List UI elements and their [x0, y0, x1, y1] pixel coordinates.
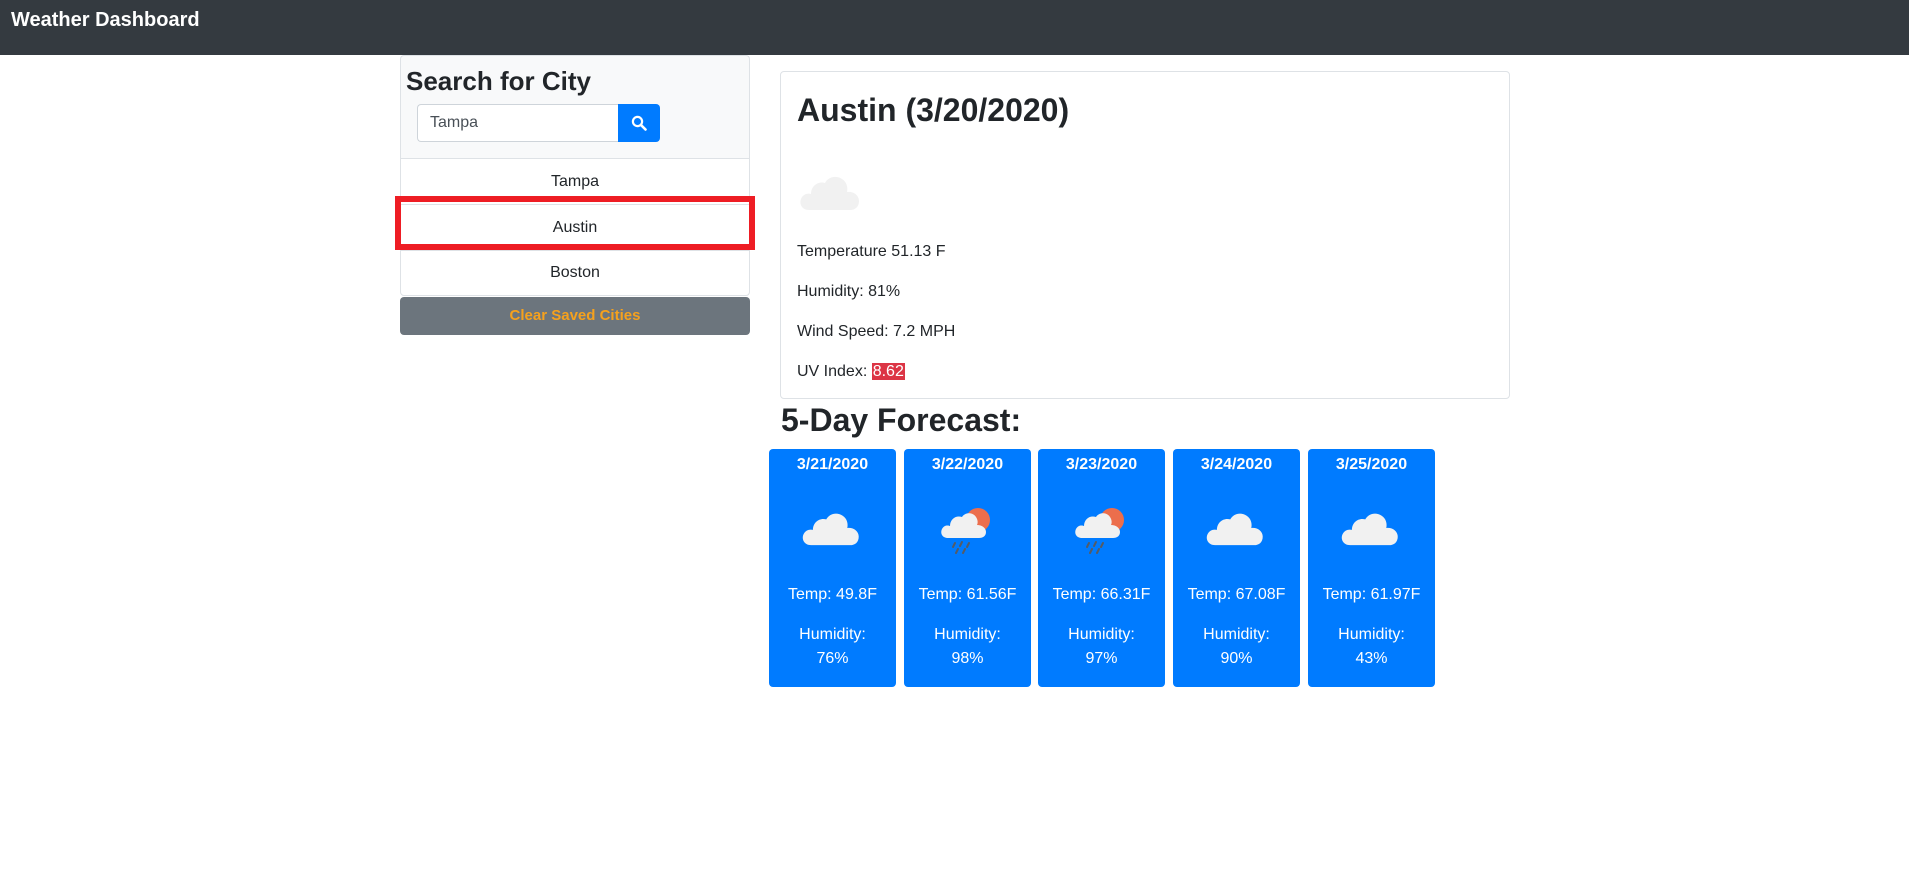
forecast-card: 3/24/2020 Temp: 67.08F Humidity: 90% — [1173, 449, 1300, 687]
search-panel: Search for City — [400, 55, 750, 158]
forecast-humidity-value: 90% — [1220, 650, 1253, 667]
current-humidity: Humidity: 81% — [797, 283, 901, 300]
forecast-title: 5-Day Forecast: — [781, 402, 1022, 438]
forecast-temp: Temp: 67.08F — [1187, 586, 1286, 603]
cloud-icon — [801, 507, 863, 554]
forecast-card: 3/21/2020 Temp: 49.8F Humidity: 76% — [769, 449, 896, 687]
cloud-icon — [799, 170, 863, 219]
forecast-humidity-label: Humidity: — [1338, 626, 1405, 643]
uv-index-label: UV Index: — [797, 363, 872, 380]
forecast-date: 3/24/2020 — [1200, 456, 1273, 473]
uv-index-badge: 8.62 — [871, 363, 905, 380]
current-city-title: Austin (3/20/2020) — [797, 92, 1070, 128]
forecast-humidity-label: Humidity: — [1203, 626, 1270, 643]
search-icon — [631, 115, 647, 131]
sun-rain-cloud-icon — [940, 504, 994, 559]
forecast-humidity-label: Humidity: — [1068, 626, 1135, 643]
sun-rain-cloud-icon — [1074, 504, 1128, 559]
forecast-temp: Temp: 49.8F — [788, 586, 877, 603]
navbar-brand[interactable]: Weather Dashboard — [11, 8, 200, 32]
forecast-humidity-value: 76% — [816, 650, 849, 667]
search-input[interactable] — [417, 104, 618, 142]
forecast-card: 3/25/2020 Temp: 61.97F Humidity: 43% — [1308, 449, 1435, 687]
forecast-humidity-value: 97% — [1085, 650, 1118, 667]
saved-city-list: Tampa Austin Boston — [400, 158, 750, 296]
forecast-temp: Temp: 61.97F — [1322, 586, 1421, 603]
forecast-date: 3/23/2020 — [1065, 456, 1138, 473]
city-item-austin[interactable]: Austin — [401, 205, 749, 251]
clear-saved-cities-button[interactable]: Clear Saved Cities — [400, 297, 750, 335]
forecast-date: 3/21/2020 — [796, 456, 869, 473]
current-temperature: Temperature 51.13 F — [797, 243, 946, 260]
search-title: Search for City — [406, 66, 591, 96]
forecast-card: 3/23/2020 Temp: 66.31F Humidity: 97% — [1038, 449, 1165, 687]
forecast-humidity-value: 43% — [1355, 650, 1388, 667]
cloud-icon — [1205, 507, 1267, 554]
search-button[interactable] — [618, 104, 660, 142]
current-uv-index: UV Index: 8.62 — [797, 362, 905, 382]
forecast-humidity-label: Humidity: — [799, 626, 866, 643]
city-item-boston[interactable]: Boston — [401, 251, 749, 295]
forecast-humidity-value: 98% — [951, 650, 984, 667]
forecast-card: 3/22/2020 Temp: 61.56F Humidity: 98% — [904, 449, 1031, 687]
forecast-temp: Temp: 61.56F — [918, 586, 1017, 603]
current-wind-speed: Wind Speed: 7.2 MPH — [797, 323, 956, 340]
current-weather-card: Austin (3/20/2020) Temperature 51.13 F H… — [780, 71, 1510, 399]
forecast-date: 3/25/2020 — [1335, 456, 1408, 473]
forecast-date: 3/22/2020 — [931, 456, 1004, 473]
forecast-humidity-label: Humidity: — [934, 626, 1001, 643]
cloud-icon — [1340, 507, 1402, 554]
navbar: Weather Dashboard — [0, 0, 1909, 55]
forecast-temp: Temp: 66.31F — [1052, 586, 1151, 603]
city-item-tampa[interactable]: Tampa — [401, 159, 749, 205]
